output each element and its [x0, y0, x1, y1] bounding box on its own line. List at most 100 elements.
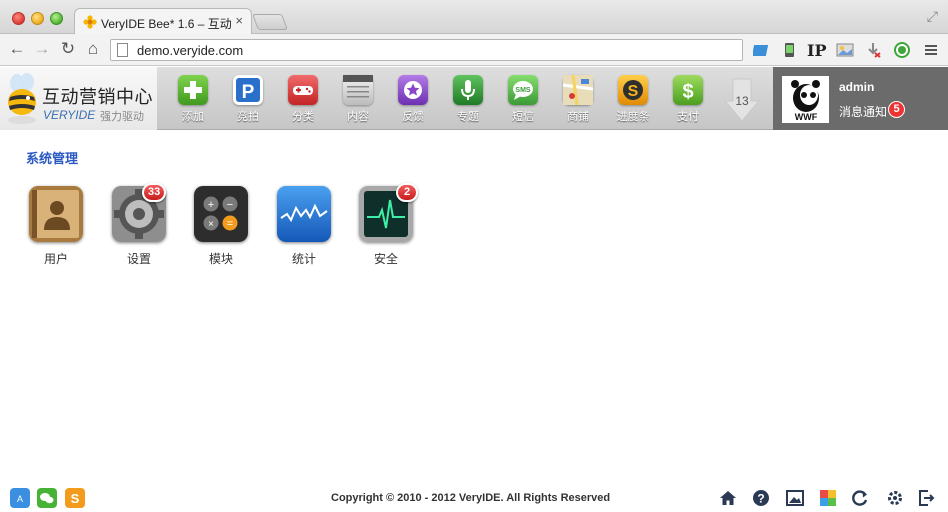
tab-close-icon[interactable]: × — [235, 13, 243, 28]
new-tab-button[interactable] — [252, 14, 288, 30]
address-bar[interactable]: demo.veryide.com — [110, 39, 743, 61]
more-nav-button[interactable]: 13 — [723, 77, 761, 123]
nav-category[interactable]: 分类 — [278, 75, 328, 127]
home-icon[interactable]: ⌂ — [83, 39, 103, 59]
svg-text:+: + — [208, 199, 214, 211]
app-label: 安全 — [373, 252, 398, 266]
close-window-button[interactable] — [12, 12, 25, 25]
gamepad-icon — [288, 75, 318, 105]
svg-text:P: P — [242, 82, 255, 103]
menu-icon[interactable] — [922, 41, 940, 59]
svg-text:?: ? — [757, 492, 764, 506]
logo[interactable]: 互动营销中心 VERYIDE 强力驱动 — [0, 67, 157, 130]
sms-icon: SMS — [508, 75, 538, 105]
avatar[interactable]: WWF — [782, 76, 829, 123]
forward-arrow-icon[interactable]: → — [32, 39, 52, 59]
logout-icon[interactable] — [918, 489, 936, 507]
notification-count-badge: 5 — [888, 101, 905, 118]
zoom-window-button[interactable] — [50, 12, 63, 25]
logo-slogan: 强力驱动 — [100, 111, 144, 123]
extension-phone-icon[interactable] — [780, 41, 798, 59]
nav-label: 分类 — [292, 111, 314, 123]
extension-green-power-icon[interactable] — [893, 41, 911, 59]
section-title: 系统管理 — [26, 151, 79, 166]
parking-p-icon: P — [233, 75, 263, 105]
settings-icon[interactable] — [886, 489, 904, 507]
tab-title: VeryIDE Bee* 1.6 – 互动营销中心 — [101, 17, 231, 31]
s-icon: S — [618, 75, 648, 105]
nav-auction[interactable]: P 竞拍 — [223, 75, 273, 127]
copyright-text: Copyright © 2010 - 2012 VeryIDE. All Rig… — [331, 492, 611, 504]
list-icon — [343, 75, 373, 105]
app-header: 互动营销中心 VERYIDE 强力驱动 添加 P 竞拍 分类 内容 反馈 专题 … — [0, 67, 948, 130]
app-label: 统计 — [291, 252, 316, 266]
s-app-icon[interactable]: S — [65, 488, 85, 508]
app-settings[interactable]: 33 设置 — [109, 183, 169, 268]
svg-text:=: = — [227, 218, 233, 230]
svg-text:×: × — [208, 219, 214, 230]
svg-text:WWF: WWF — [795, 112, 818, 122]
browser-titlebar: VeryIDE Bee* 1.6 – 互动营销中心 × ⤢ — [0, 0, 948, 35]
browser-tab[interactable]: VeryIDE Bee* 1.6 – 互动营销中心 × — [74, 8, 252, 35]
nav-label: 竞拍 — [237, 111, 259, 123]
app-users[interactable]: 用户 — [26, 186, 86, 268]
app-label: 用户 — [43, 252, 68, 266]
nav-sms[interactable]: SMS 短信 — [498, 75, 548, 127]
home-icon[interactable] — [719, 489, 737, 507]
app-label: 模块 — [208, 252, 233, 266]
star-icon — [398, 75, 428, 105]
username[interactable]: admin — [839, 80, 874, 94]
nav-label: 添加 — [182, 111, 204, 123]
nav-label: 支付 — [677, 111, 699, 123]
svg-text:A: A — [17, 494, 23, 504]
dollar-icon: $ — [673, 75, 703, 105]
security-count-badge: 2 — [396, 183, 418, 202]
nav-label: 专题 — [457, 111, 479, 123]
calculator-icon: + − × = — [194, 186, 248, 242]
back-arrow-icon[interactable]: ← — [7, 39, 27, 59]
wechat-icon[interactable] — [37, 488, 57, 508]
svg-text:S: S — [71, 491, 80, 506]
bee-logo-icon — [4, 73, 40, 125]
nav-topic[interactable]: 专题 — [443, 75, 493, 127]
contacts-icon — [29, 186, 83, 242]
extension-download-icon[interactable] — [864, 41, 882, 59]
svg-text:S: S — [628, 83, 639, 100]
microphone-icon — [453, 75, 483, 105]
svg-text:$: $ — [682, 81, 693, 103]
nav-add[interactable]: 添加 — [168, 75, 218, 127]
ip-extension-icon[interactable]: IP — [807, 41, 827, 60]
app-security[interactable]: 2 安全 — [356, 183, 418, 268]
extension-image-icon[interactable] — [836, 41, 854, 59]
nav-label: 商铺 — [567, 111, 589, 123]
reload-icon[interactable]: ↻ — [58, 39, 78, 59]
notifications-link[interactable]: 通知 — [863, 103, 887, 120]
url-text[interactable]: demo.veryide.com — [137, 43, 243, 58]
map-icon — [563, 75, 593, 105]
extension-blue-icon[interactable] — [751, 41, 771, 59]
page-icon — [117, 43, 128, 57]
fullscreen-icon[interactable]: ⤢ — [927, 8, 938, 25]
nav-payment[interactable]: $ 支付 — [663, 75, 713, 127]
messages-link[interactable]: 消息 — [839, 103, 863, 120]
refresh-icon[interactable] — [851, 489, 869, 507]
logo-brand: VERYIDE — [43, 108, 96, 122]
nav-progress[interactable]: S 进度条 — [608, 75, 658, 127]
nav-shop[interactable]: 商铺 — [553, 75, 603, 127]
palette-icon[interactable] — [819, 489, 837, 507]
nav-label: 反馈 — [402, 111, 424, 123]
minimize-window-button[interactable] — [31, 12, 44, 25]
help-icon[interactable]: ? — [752, 489, 770, 507]
nav-label: 短信 — [512, 111, 534, 123]
svg-text:SMS: SMS — [515, 87, 531, 94]
plus-icon — [178, 75, 208, 105]
nav-content[interactable]: 内容 — [333, 75, 383, 127]
settings-count-badge: 33 — [142, 183, 167, 202]
app-store-icon[interactable]: A — [10, 488, 30, 508]
svg-text:−: − — [227, 199, 233, 211]
app-statistics[interactable]: 统计 — [274, 186, 334, 268]
image-icon[interactable] — [786, 489, 804, 507]
nav-label: 内容 — [347, 111, 369, 123]
app-modules[interactable]: + − × = 模块 — [191, 186, 251, 268]
nav-feedback[interactable]: 反馈 — [388, 75, 438, 127]
